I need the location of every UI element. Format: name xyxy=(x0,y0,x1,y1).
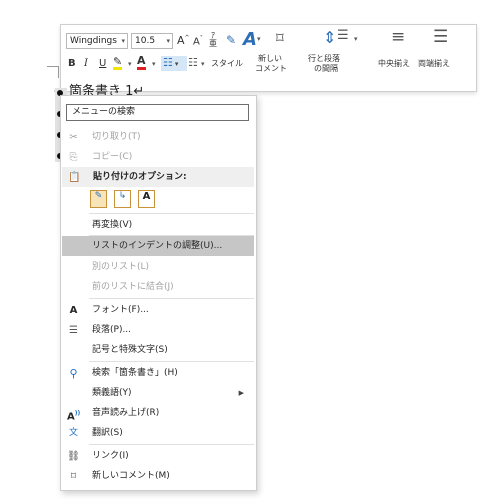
copy-icon: ⎘ xyxy=(69,152,78,163)
line-spacing-label-2[interactable]: の間隔 xyxy=(314,64,338,74)
chevron-down-icon[interactable]: ▾ xyxy=(257,35,261,43)
menu-item-separate-list[interactable]: 別のリスト(L) xyxy=(61,257,256,277)
menu-separator xyxy=(89,213,254,214)
font-icon: A xyxy=(69,305,78,316)
align-center-icon[interactable]: ≡ xyxy=(391,27,405,47)
shrink-font-button[interactable]: A˅ xyxy=(193,35,203,47)
paste-keep-formatting-icon[interactable]: ✎ xyxy=(90,190,107,208)
menu-item-translate[interactable]: 文 翻訳(S) xyxy=(61,423,256,443)
font-name-combo[interactable]: Wingdings ▾ xyxy=(66,33,128,49)
context-menu: メニューの検索 ✂ 切り取り(T) ⎘ コピー(C) 📋 貼り付けのオプション:… xyxy=(60,95,257,491)
menu-item-link[interactable]: ⛓ リンク(I) xyxy=(61,446,256,466)
align-justify-icon[interactable]: ☰ xyxy=(433,27,448,47)
italic-button[interactable]: I xyxy=(84,58,88,69)
chevron-down-icon[interactable]: ▾ xyxy=(152,60,156,68)
menu-item-cut[interactable]: ✂ 切り取り(T) xyxy=(61,127,256,147)
translate-icon: 文 xyxy=(68,428,78,438)
menu-item-synonyms[interactable]: 類義語(Y) ▶ xyxy=(61,383,256,403)
menu-separator xyxy=(89,298,254,299)
font-size-value: 10.5 xyxy=(135,36,156,46)
phonetic-guide-icon[interactable]: ｱ亜 xyxy=(209,32,217,48)
paragraph-lines-icon[interactable]: ☰ xyxy=(337,28,349,43)
new-comment-label-2[interactable]: コメント xyxy=(255,64,287,74)
new-comment-icon: ⌑ xyxy=(70,471,77,482)
underline-button[interactable]: U xyxy=(99,58,106,69)
font-color-icon[interactable]: A xyxy=(137,55,146,70)
menu-item-reconvert[interactable]: 再変換(V) xyxy=(61,215,256,235)
justify-label[interactable]: 両端揃え xyxy=(418,59,450,69)
read-aloud-icon: A)) xyxy=(67,410,81,423)
scissors-icon: ✂ xyxy=(69,132,78,143)
new-comment-label-1[interactable]: 新しい xyxy=(258,54,282,64)
menu-separator xyxy=(89,444,254,445)
highlight-icon[interactable]: ✎ xyxy=(113,56,123,70)
font-name-value: Wingdings xyxy=(70,36,117,46)
grow-font-button[interactable]: A^ xyxy=(177,34,190,47)
menu-section-paste-options: 📋 貼り付けのオプション: xyxy=(62,167,254,187)
chevron-down-icon[interactable]: ▾ xyxy=(201,60,205,68)
clipboard-icon: 📋 xyxy=(68,172,81,183)
chevron-down-icon: ▾ xyxy=(166,37,170,45)
chevron-down-icon[interactable]: ▾ xyxy=(128,60,132,68)
line-spacing-icon[interactable]: ⇕ xyxy=(323,28,336,47)
bullets-button[interactable]: ☷ ▾ xyxy=(161,56,187,71)
numbering-icon[interactable]: ☷ xyxy=(188,56,198,69)
page-corner-mark xyxy=(58,66,59,78)
menu-item-copy[interactable]: ⎘ コピー(C) xyxy=(61,147,256,167)
text-effects-icon[interactable]: A xyxy=(243,29,257,50)
menu-item-adjust-list-indent[interactable]: リストのインデントの調整(U)... xyxy=(62,236,254,256)
bold-button[interactable]: B xyxy=(68,58,76,69)
menu-item-font[interactable]: A フォント(F)... xyxy=(61,300,256,320)
link-icon: ⛓ xyxy=(67,451,80,462)
paste-text-only-icon[interactable]: A xyxy=(138,190,155,208)
paste-merge-formatting-icon[interactable]: ↳ xyxy=(114,190,131,208)
chevron-down-icon: ▾ xyxy=(121,37,125,45)
menu-item-read-aloud[interactable]: A)) 音声読み上げ(R) xyxy=(61,403,256,423)
paragraph-icon: ☰ xyxy=(69,325,78,336)
font-size-combo[interactable]: 10.5 ▾ xyxy=(131,33,173,49)
new-comment-icon[interactable]: ⌑ xyxy=(276,29,284,47)
line-spacing-label-1[interactable]: 行と段落 xyxy=(308,54,340,64)
menu-item-symbols[interactable]: 記号と特殊文字(S) xyxy=(61,340,256,360)
search-icon: ⚲ xyxy=(69,367,78,380)
menu-item-join-previous-list[interactable]: 前のリストに結合(J) xyxy=(61,277,256,297)
format-painter-icon[interactable]: ✎ xyxy=(226,33,236,47)
center-label[interactable]: 中央揃え xyxy=(378,59,410,69)
menu-search-field[interactable]: メニューの検索 xyxy=(66,104,249,121)
menu-item-new-comment[interactable]: ⌑ 新しいコメント(M) xyxy=(61,466,256,486)
style-label[interactable]: スタイル xyxy=(211,59,243,69)
menu-item-paragraph[interactable]: ☰ 段落(P)... xyxy=(61,320,256,340)
menu-item-search[interactable]: ⚲ 検索「箇条書き」(H) xyxy=(61,363,256,383)
chevron-down-icon[interactable]: ▾ xyxy=(354,35,358,43)
menu-separator xyxy=(89,361,254,362)
chevron-right-icon: ▶ xyxy=(238,389,244,397)
